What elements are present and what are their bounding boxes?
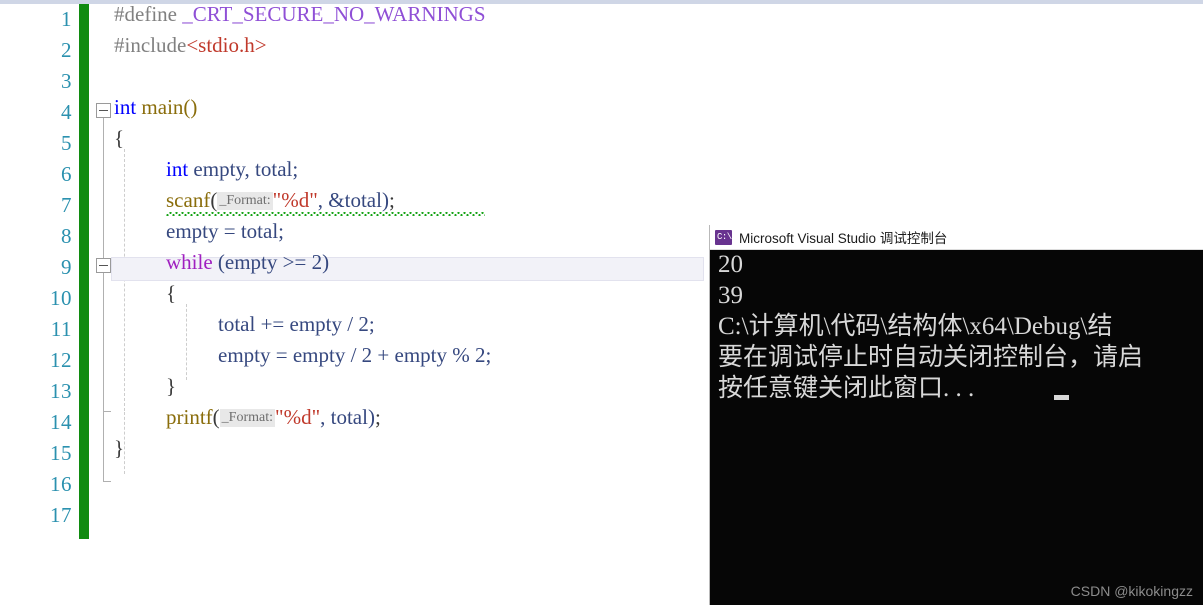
token-brace-open: { <box>166 281 177 305</box>
token-while-cond: (empty >= 2) <box>212 250 330 274</box>
token-brace-close: } <box>166 374 177 398</box>
screenshot-root: 1 2 3 4 5 6 7 8 9 10 11 12 13 14 15 16 1… <box>0 0 1203 605</box>
code-line-15[interactable]: } <box>114 438 124 459</box>
token-format-string: "%d" <box>275 405 321 429</box>
token-define-directive: #define <box>114 2 177 26</box>
token-stmt-total-add: total += empty / 2; <box>218 312 375 336</box>
console-cursor <box>1054 395 1069 400</box>
code-line-10[interactable]: { <box>166 283 176 304</box>
token-fn-main: main() <box>136 95 198 119</box>
console-output-line: 要在调试停止时自动关闭控制台，请启 <box>718 344 1144 371</box>
code-line-5[interactable]: { <box>114 128 124 149</box>
token-brace-open: { <box>114 126 125 150</box>
console-title-bar[interactable]: C:\ Microsoft Visual Studio 调试控制台 <box>710 225 1203 250</box>
token-include-target: <stdio.h> <box>186 33 267 57</box>
token-declarations: empty, total; <box>188 157 299 181</box>
code-line-7[interactable]: scanf(_Format:"%d", &total); <box>166 190 395 211</box>
token-stmt-empty-calc: empty = empty / 2 + empty % 2; <box>218 343 492 367</box>
console-title-text: Microsoft Visual Studio 调试控制台 <box>739 231 948 246</box>
inline-hint-format[interactable]: _Format: <box>219 409 275 427</box>
token-paren-open: ( <box>212 405 220 429</box>
error-squiggle-scanf <box>166 212 485 216</box>
inline-hint-format[interactable]: _Format: <box>217 192 273 210</box>
console-output-line: 按任意键关闭此窗口. . . <box>718 375 975 402</box>
token-fn-printf: printf <box>166 405 213 429</box>
token-keyword-int: int <box>114 95 137 119</box>
code-line-9[interactable]: while (empty >= 2) <box>166 252 329 273</box>
code-line-11[interactable]: total += empty / 2; <box>218 314 375 335</box>
code-line-1[interactable]: #define _CRT_SECURE_NO_WARNINGS <box>114 4 486 25</box>
code-line-14[interactable]: printf(_Format:"%d", total); <box>166 407 381 428</box>
token-scanf-args: , &total) <box>317 188 389 212</box>
token-fn-scanf: scanf <box>166 188 211 212</box>
token-printf-args: , total) <box>320 405 375 429</box>
console-output-area[interactable]: 20 39 C:\计算机\代码\结构体\x64\Debug\结 要在调试停止时自… <box>710 250 1203 605</box>
code-line-2[interactable]: #include<stdio.h> <box>114 35 267 56</box>
console-output-line: 39 <box>718 282 743 309</box>
console-icon-glyph: C:\ <box>717 231 732 242</box>
code-line-8[interactable]: empty = total; <box>166 221 284 242</box>
token-brace-close: } <box>114 436 125 460</box>
watermark-text: CSDN @kikokingzz <box>1070 583 1193 599</box>
token-macro-name: _CRT_SECURE_NO_WARNINGS <box>176 2 486 26</box>
token-keyword-while: while <box>166 250 213 274</box>
code-line-6[interactable]: int empty, total; <box>166 159 298 180</box>
token-semicolon: ; <box>388 188 395 212</box>
debug-console-window[interactable]: C:\ Microsoft Visual Studio 调试控制台 20 39 … <box>710 225 1203 605</box>
token-paren-open: ( <box>210 188 218 212</box>
token-format-string: "%d" <box>272 188 318 212</box>
console-cmd-icon: C:\ <box>715 229 732 245</box>
code-line-4[interactable]: int main() <box>114 97 197 118</box>
console-output-line: C:\计算机\代码\结构体\x64\Debug\结 <box>718 313 1113 340</box>
console-output-line: 20 <box>718 251 743 278</box>
token-keyword-int: int <box>166 157 189 181</box>
token-semicolon: ; <box>374 405 381 429</box>
code-line-13[interactable]: } <box>166 376 176 397</box>
token-include-directive: #include <box>114 33 187 57</box>
code-line-12[interactable]: empty = empty / 2 + empty % 2; <box>218 345 491 366</box>
token-assign-empty-total: empty = total; <box>166 219 284 243</box>
